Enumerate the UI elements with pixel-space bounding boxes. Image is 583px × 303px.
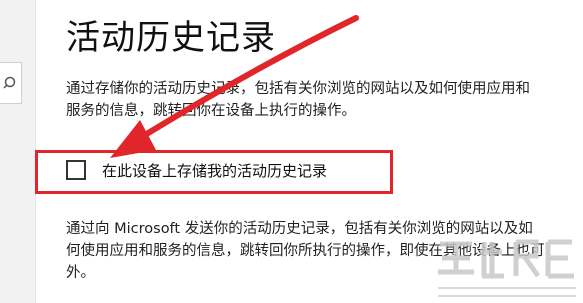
description-line: 通过向 Microsoft 发送你的活动历史记录，包括有关你浏览的网站以及如 <box>66 221 533 237</box>
page-title: 活动历史记录 <box>66 18 276 58</box>
description-line: 通过存储你的活动历史记录，包括有关你浏览的网站以及如何使用应用和 <box>66 81 530 97</box>
search-box[interactable] <box>0 62 22 104</box>
description-line: 外。 <box>66 265 95 281</box>
search-icon <box>3 76 16 89</box>
checkbox-label[interactable]: 在此设备上存储我的活动历史记录 <box>102 160 327 181</box>
description-line: 服务的信息，跳转回你在设备上执行的操作。 <box>66 103 356 119</box>
local-history-description: 通过存储你的活动历史记录，包括有关你浏览的网站以及如何使用应用和 服务的信息，跳… <box>66 78 583 122</box>
left-sidebar-strip <box>0 0 36 303</box>
checkbox-box[interactable] <box>66 160 86 180</box>
store-activity-history-checkbox[interactable]: 在此设备上存储我的活动历史记录 <box>66 158 327 182</box>
cloud-history-description: 通过向 Microsoft 发送你的活动历史记录，包括有关你浏览的网站以及如 何… <box>66 218 583 284</box>
description-line: 何使用应用和服务的信息，跳转回你所执行的操作，即使在其他设备上也可 <box>66 243 545 259</box>
